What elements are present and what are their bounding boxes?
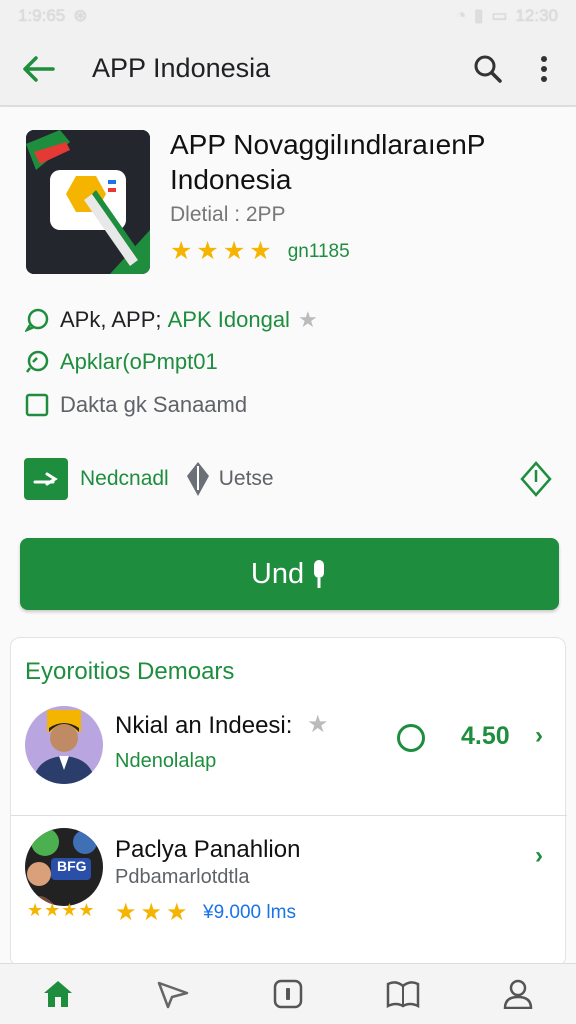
list-item-title: Paclya Panahlion [115, 836, 301, 863]
nav-profile[interactable] [490, 969, 546, 1019]
mini-rating: ★ ★ ★ ★ [27, 900, 95, 921]
status-bar: 1:9:65 ⊛ ◔ ▮ ▭ 12:30 [0, 0, 576, 32]
avatar: BFG [25, 828, 103, 906]
list-item-rating: ★ ★ ★ [115, 898, 188, 927]
apps-icon [273, 979, 303, 1009]
wifi-icon: ◔ [455, 6, 467, 25]
download-button[interactable] [518, 459, 554, 499]
star-icon: ★ [27, 900, 44, 920]
star-icon: ★ [78, 900, 95, 920]
chevron-right-icon[interactable]: › [535, 722, 551, 750]
version-label: Uetse [218, 467, 274, 490]
checkbox-icon[interactable] [24, 392, 50, 418]
star-icon: ★ [61, 900, 78, 920]
star-outline-icon: ★ [307, 711, 329, 738]
mic-icon [314, 560, 325, 588]
list-item-value: 4.50 [461, 722, 510, 750]
search-button[interactable] [466, 47, 510, 91]
feature-label: Dakta gk Sanaamd [60, 392, 248, 417]
check-circle-icon [24, 349, 50, 375]
status-left: 1:9:65 ⊛ [18, 6, 88, 26]
more-vert-icon [541, 55, 547, 82]
feature-label: APk, APP; [60, 307, 162, 332]
nav-home[interactable] [30, 969, 86, 1019]
star-icon: ★ [249, 237, 272, 265]
battery-icon: ▭ [491, 6, 508, 25]
nav-library[interactable] [375, 969, 431, 1019]
star-icon: ★ [140, 899, 163, 926]
feature-item: Apklar(oPmpt01 [24, 349, 218, 375]
app-rating: ★ ★ ★ ★ ​gn1185 [170, 239, 350, 264]
rating-count: ​gn1185 [287, 240, 350, 262]
send-icon [157, 981, 189, 1009]
radio-icon[interactable] [397, 724, 425, 752]
arrow-left-icon [23, 55, 55, 82]
status-right: ◔ ▮ ▭ 12:30 [456, 6, 558, 26]
nav-explore[interactable] [145, 969, 201, 1019]
star-icon: ★ [196, 237, 219, 265]
signal-icon: ▮ [474, 6, 484, 25]
book-icon [386, 981, 420, 1008]
list-item-subtitle: Ndenolalap [115, 750, 217, 772]
nav-apps[interactable] [260, 969, 316, 1019]
list-item-subtitle: Pdbamarlotdtla [115, 866, 250, 888]
home-icon [43, 981, 72, 1007]
list-item[interactable]: BFG Paclya Panahlion Pdbamarlotdtla ★ ★ ★ ★… [11, 828, 567, 938]
install-button-label: Und [250, 557, 305, 590]
share-button[interactable] [24, 458, 68, 500]
back-button[interactable] [14, 45, 62, 93]
page-title: APP Indonesia [92, 53, 271, 83]
status-time-left: 1:9:65 [18, 6, 66, 25]
more-options-button[interactable] [522, 47, 566, 91]
arrow-right-icon [33, 472, 58, 486]
star-icon: ★ [166, 899, 188, 926]
star-icon: ★ [44, 900, 61, 920]
star-icon: ★ [170, 237, 193, 265]
status-time-right: 12:30 [515, 6, 558, 25]
install-button[interactable]: Und [20, 538, 559, 610]
feature-label-link[interactable]: APK Idongal [168, 307, 290, 333]
app-icon [26, 130, 150, 274]
notification-icon: ⊛ [73, 6, 88, 25]
action-row: Nedcnadl Uetse [24, 457, 554, 501]
list-item[interactable]: Nkial an Indeesi: ★ Ndenolalap 4.50 › [11, 706, 567, 816]
person-icon [504, 979, 533, 1009]
app-detail-content: APP Novaggilındlaraıen​P Indonesia Dleti… [0, 107, 576, 967]
feature-item: Dakta gk Sanaamd [24, 392, 247, 418]
star-icon: ★ [222, 237, 246, 265]
app-developer: Dletial : 2PP [170, 203, 286, 226]
app-bar: APP Indonesia [0, 32, 576, 106]
list-item-title: Nkial an Indeesi: [115, 712, 293, 739]
version-icon [183, 459, 213, 499]
avatar-badge-text: BFG [57, 858, 87, 874]
feature-label: Apklar(oPmpt01 [60, 349, 218, 374]
download-count: ¥9.000 lms [203, 902, 296, 923]
search-icon [474, 55, 502, 83]
bottom-navigation [0, 963, 576, 1024]
star-outline-icon: ★ [297, 307, 318, 332]
chevron-right-icon[interactable]: › [535, 842, 551, 870]
app-title: APP Novaggilındlaraıen​P Indonesia [170, 129, 485, 195]
star-icon: ★ [115, 899, 137, 926]
share-label[interactable]: Nedcnadl [80, 467, 169, 491]
feature-item: APk, APP; APK Idongal ★ [24, 307, 318, 333]
download-diamond-icon [520, 461, 552, 497]
avatar [25, 706, 103, 784]
card-title: Eyoroitios Demoars [25, 658, 235, 685]
chat-icon [24, 307, 50, 333]
related-apps-card: Eyoroitios Demoars Nkial an Indeesi: ★ N… [10, 637, 567, 967]
